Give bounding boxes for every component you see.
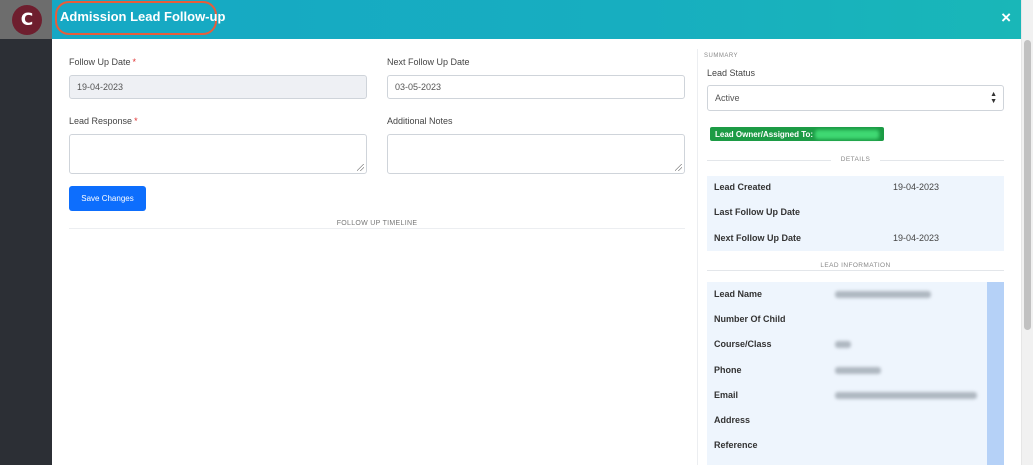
lead-info-box: Lead Name Number Of Child Course/Class P… bbox=[707, 282, 1004, 465]
resize-handle-icon[interactable] bbox=[357, 164, 364, 171]
phone-redacted bbox=[835, 367, 881, 374]
number-of-child-label: Number Of Child bbox=[714, 314, 786, 324]
app-sidebar: C bbox=[0, 0, 52, 465]
close-icon[interactable]: × bbox=[1001, 9, 1011, 26]
email-label: Email bbox=[714, 390, 739, 400]
lead-status-label: Lead Status bbox=[707, 68, 756, 78]
page-scrollbar-thumb[interactable] bbox=[1024, 40, 1031, 330]
select-caret-icon: ▲ ▼ bbox=[990, 91, 997, 105]
summary-heading: SUMMARY bbox=[704, 53, 739, 59]
lead-info-divider bbox=[707, 270, 1004, 271]
summary-panel: SUMMARY Lead Status Active ▲ ▼ Lead Owner… bbox=[697, 49, 1015, 465]
details-heading: DETAILS bbox=[707, 156, 1004, 163]
last-follow-up-date-label: Last Follow Up Date bbox=[714, 207, 801, 217]
lead-info-scrollbar[interactable] bbox=[987, 282, 1004, 465]
email-redacted bbox=[835, 392, 977, 399]
lead-owner-redacted bbox=[815, 129, 880, 139]
follow-up-date-label-text: Follow Up Date bbox=[69, 57, 131, 67]
lead-info-heading: LEAD INFORMATION bbox=[707, 262, 1004, 269]
reference-label: Reference bbox=[714, 440, 758, 450]
modal-header: Admission Lead Follow-up × bbox=[52, 0, 1021, 39]
additional-notes-label: Additional Notes bbox=[387, 116, 453, 126]
lead-created-value: 19-04-2023 bbox=[893, 182, 940, 192]
follow-up-modal: Admission Lead Follow-up × Follow Up Dat… bbox=[52, 0, 1021, 465]
app-logo[interactable]: C bbox=[12, 5, 42, 35]
lead-response-label-text: Lead Response bbox=[69, 116, 133, 126]
lead-created-label: Lead Created bbox=[714, 182, 772, 192]
next-follow-up-date-field[interactable]: 03-05-2023 bbox=[387, 75, 685, 99]
lead-info-heading-text: LEAD INFORMATION bbox=[810, 262, 901, 269]
next-follow-up-date-summary-value: 19-04-2023 bbox=[893, 233, 940, 243]
required-marker: * bbox=[134, 116, 138, 126]
lead-status-select[interactable]: Active ▲ ▼ bbox=[707, 85, 1004, 111]
follow-up-timeline-heading: FOLLOW UP TIMELINE bbox=[336, 220, 418, 227]
course-class-redacted bbox=[835, 341, 851, 348]
lead-status-value: Active bbox=[715, 93, 740, 103]
timeline-divider bbox=[69, 228, 685, 229]
app-logo-letter: C bbox=[20, 9, 34, 30]
follow-up-date-label: Follow Up Date * bbox=[69, 57, 136, 67]
next-follow-up-date-label: Next Follow Up Date bbox=[387, 57, 470, 67]
page-scrollbar[interactable] bbox=[1021, 0, 1033, 465]
lead-owner-badge: Lead Owner/Assigned To: bbox=[710, 127, 885, 141]
required-marker: * bbox=[132, 57, 137, 67]
lead-response-label: Lead Response * bbox=[69, 116, 138, 126]
details-box: Lead Created 19-04-2023 Last Follow Up D… bbox=[707, 176, 1004, 251]
next-follow-up-date-summary-label: Next Follow Up Date bbox=[714, 233, 802, 243]
address-label: Address bbox=[714, 415, 751, 425]
lead-name-redacted bbox=[835, 291, 931, 298]
modal-title: Admission Lead Follow-up bbox=[60, 9, 226, 24]
resize-handle-icon[interactable] bbox=[675, 164, 682, 171]
course-class-label: Course/Class bbox=[714, 339, 772, 349]
phone-label: Phone bbox=[714, 365, 742, 375]
additional-notes-textarea[interactable] bbox=[387, 134, 685, 174]
save-changes-button[interactable]: Save Changes bbox=[69, 186, 146, 211]
follow-up-date-field[interactable]: 19-04-2023 bbox=[69, 75, 367, 99]
lead-name-label: Lead Name bbox=[714, 289, 763, 299]
details-heading-text: DETAILS bbox=[830, 156, 881, 163]
lead-response-textarea[interactable] bbox=[69, 134, 367, 174]
lead-owner-label: Lead Owner/Assigned To: bbox=[715, 129, 814, 139]
